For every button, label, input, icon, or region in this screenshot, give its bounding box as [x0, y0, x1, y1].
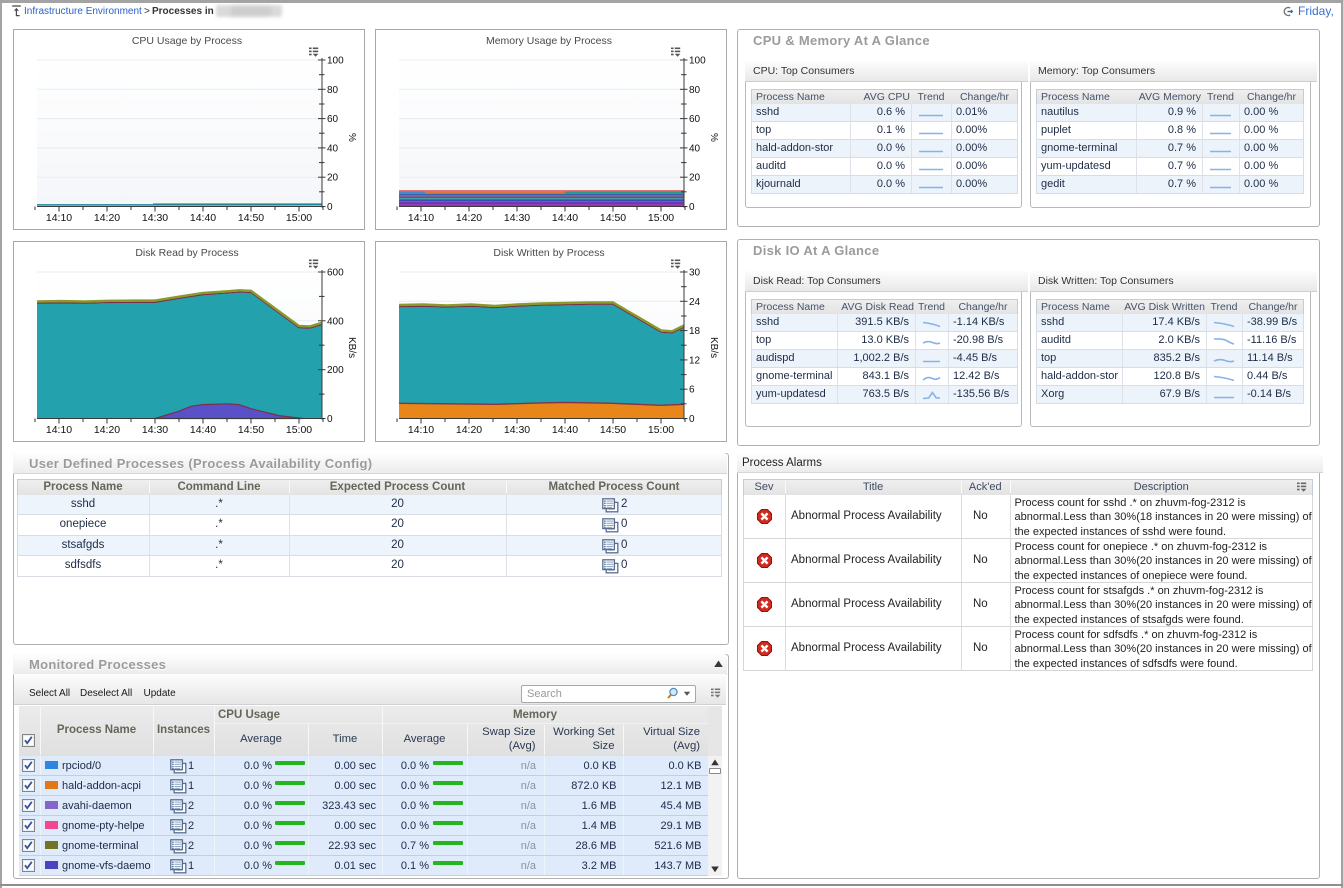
svg-text:%: % [346, 133, 357, 142]
svg-text:0: 0 [327, 202, 333, 213]
svg-text:14:20: 14:20 [94, 424, 120, 436]
svg-text:%: % [708, 133, 719, 142]
svg-text:14:30: 14:30 [504, 212, 530, 224]
svg-text:14:40: 14:40 [190, 424, 216, 436]
svg-text:KB/s: KB/s [708, 337, 719, 358]
svg-text:14:40: 14:40 [190, 212, 216, 224]
svg-text:15:00: 15:00 [286, 212, 312, 224]
svg-text:14:50: 14:50 [600, 424, 626, 436]
svg-text:80: 80 [689, 85, 701, 96]
svg-text:14:20: 14:20 [456, 212, 482, 224]
svg-text:14:40: 14:40 [552, 212, 578, 224]
svg-text:20: 20 [689, 173, 701, 184]
svg-text:100: 100 [327, 56, 344, 67]
svg-text:14:50: 14:50 [600, 212, 626, 224]
svg-text:CPU Usage by Process: CPU Usage by Process [132, 35, 242, 47]
svg-text:14:10: 14:10 [408, 212, 434, 224]
svg-text:6: 6 [689, 385, 695, 396]
svg-text:Disk Read by Process: Disk Read by Process [135, 247, 238, 259]
svg-text:40: 40 [327, 143, 339, 154]
svg-text:14:10: 14:10 [46, 212, 72, 224]
svg-text:14:40: 14:40 [552, 424, 578, 436]
svg-text:Memory Usage by Process: Memory Usage by Process [486, 35, 612, 47]
svg-text:14:10: 14:10 [408, 424, 434, 436]
svg-text:0: 0 [327, 414, 333, 425]
svg-text:15:00: 15:00 [286, 424, 312, 436]
svg-text:18: 18 [689, 326, 701, 337]
svg-text:60: 60 [327, 114, 339, 125]
svg-text:14:30: 14:30 [142, 424, 168, 436]
svg-text:14:30: 14:30 [142, 212, 168, 224]
svg-text:100: 100 [689, 56, 706, 67]
svg-text:40: 40 [689, 143, 701, 154]
svg-text:400: 400 [327, 316, 344, 327]
svg-text:KB/s: KB/s [346, 337, 357, 358]
svg-text:0: 0 [689, 202, 695, 213]
svg-text:12: 12 [689, 355, 701, 366]
svg-text:14:50: 14:50 [238, 212, 264, 224]
svg-text:24: 24 [689, 297, 701, 308]
svg-text:14:10: 14:10 [46, 424, 72, 436]
svg-text:600: 600 [327, 268, 344, 279]
svg-text:0: 0 [689, 414, 695, 425]
svg-text:200: 200 [327, 365, 344, 376]
svg-text:15:00: 15:00 [648, 424, 674, 436]
svg-text:14:20: 14:20 [456, 424, 482, 436]
svg-text:20: 20 [327, 173, 339, 184]
svg-text:Disk Written by Process: Disk Written by Process [493, 247, 604, 259]
svg-text:14:20: 14:20 [94, 212, 120, 224]
svg-text:15:00: 15:00 [648, 212, 674, 224]
svg-text:14:30: 14:30 [504, 424, 530, 436]
svg-text:80: 80 [327, 85, 339, 96]
svg-text:14:50: 14:50 [238, 424, 264, 436]
svg-text:30: 30 [689, 268, 701, 279]
svg-text:60: 60 [689, 114, 701, 125]
